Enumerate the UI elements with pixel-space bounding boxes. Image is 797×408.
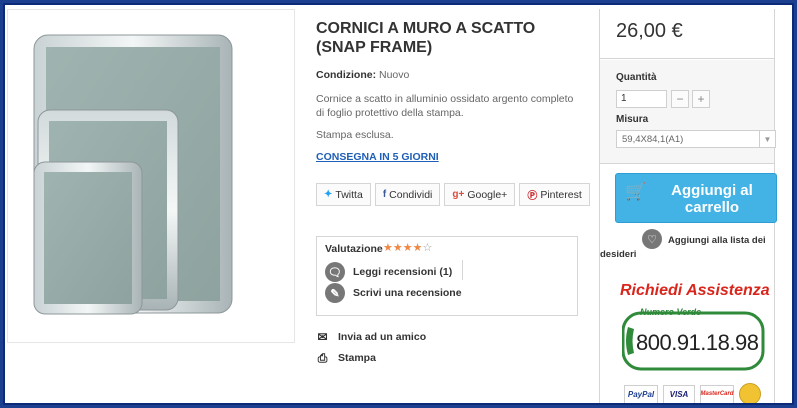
read-reviews-link[interactable]: 🗨 Leggi recensioni (1)	[325, 262, 452, 282]
visa-logo: VISA	[663, 384, 695, 403]
social-share-bar: ✦ Twitta f Condividi g+ Google+ Ⓟ Pinter…	[316, 183, 590, 206]
star-filled-icon: ★	[392, 242, 403, 254]
star-filled-icon: ★	[412, 242, 423, 254]
product-condition: Condizione: Nuovo	[316, 69, 409, 81]
mastercard-logo: MasterCard	[700, 384, 734, 403]
page-frame: CORNICI A MURO A SCATTO (SNAP FRAME) Con…	[3, 3, 794, 405]
pinterest-label: Pinterest	[540, 188, 582, 201]
secure-badge-icon	[739, 383, 761, 403]
add-to-cart-label: Aggiungi al carrello	[671, 182, 753, 216]
google-label: Google+	[467, 188, 508, 201]
send-friend-label: Invia ad un amico	[338, 331, 427, 343]
print-link[interactable]: ⎙ Stampa	[316, 350, 376, 365]
toll-free-label: Numero Verde	[640, 307, 702, 317]
payment-methods: PayPal VISA MasterCard	[624, 383, 761, 403]
write-review-label: Scrivi una recensione	[353, 287, 462, 299]
envelope-icon: ✉	[317, 330, 328, 344]
rating-stars: ★★★★☆	[383, 241, 432, 254]
send-to-friend-link[interactable]: ✉ Invia ad un amico	[316, 330, 427, 344]
facebook-icon: f	[382, 189, 387, 200]
product-title: CORNICI A MURO A SCATTO (SNAP FRAME)	[316, 20, 536, 56]
read-reviews-label: Leggi recensioni (1)	[353, 266, 453, 278]
size-label: Misura	[616, 114, 649, 125]
pinterest-share-button[interactable]: Ⓟ Pinterest	[519, 183, 590, 206]
rating-label: Valutazione	[325, 243, 383, 255]
twitter-icon: ✦	[324, 189, 333, 200]
pencil-icon: ✎	[325, 283, 345, 303]
write-review-link[interactable]: ✎ Scrivi una recensione	[325, 283, 462, 303]
review-separator	[462, 260, 463, 280]
toll-free-banner[interactable]: Numero Verde 800.91.18.98	[622, 307, 766, 373]
star-filled-icon: ★	[383, 242, 393, 254]
size-selected-value: 59,4X84,1(A1)	[622, 134, 684, 145]
comment-icon: 🗨	[325, 262, 345, 282]
quantity-input[interactable]: 1	[616, 90, 667, 108]
quantity-decrease-button[interactable]: −	[671, 90, 689, 108]
review-box: Valutazione ★★★★☆ 🗨 Leggi recensioni (1)…	[316, 236, 578, 316]
pinterest-icon: Ⓟ	[527, 191, 538, 202]
options-box: Quantità 1 − + Misura 59,4X84,1(A1) ▼	[600, 60, 776, 164]
condition-label: Condizione:	[316, 69, 377, 81]
facebook-share-button[interactable]: f Condividi	[374, 183, 441, 206]
product-description: Cornice a scatto in alluminio ossidato a…	[316, 93, 574, 119]
google-plus-icon: g+	[452, 189, 465, 200]
add-to-cart-button[interactable]: 🛒 Aggiungi al carrello	[615, 173, 777, 223]
quantity-increase-button[interactable]: +	[692, 90, 710, 108]
buy-box: 26,00 € Quantità 1 − + Misura 59,4X84,1(…	[599, 9, 777, 403]
chevron-down-icon: ▼	[759, 131, 775, 147]
snap-frames-illustration	[33, 34, 233, 315]
printer-icon: ⎙	[317, 350, 328, 365]
cart-icon: 🛒	[625, 182, 647, 201]
price-box: 26,00 €	[600, 9, 774, 59]
product-note: Stampa esclusa.	[316, 129, 394, 141]
toll-free-number: 800.91.18.98	[636, 330, 759, 355]
star-empty-icon: ☆	[422, 242, 433, 254]
print-label: Stampa	[338, 352, 376, 364]
product-image[interactable]	[7, 9, 295, 343]
quantity-label: Quantità	[616, 72, 657, 83]
facebook-label: Condividi	[389, 188, 433, 201]
paypal-logo: PayPal	[624, 384, 658, 403]
assistance-title: Richiedi Assistenza	[620, 282, 770, 299]
product-price: 26,00 €	[616, 20, 683, 42]
condition-value: Nuovo	[379, 69, 410, 81]
twitter-label: Twitta	[335, 188, 363, 201]
google-share-button[interactable]: g+ Google+	[444, 183, 516, 206]
add-to-wishlist-link[interactable]: Aggiungi alla lista dei desideri	[600, 234, 774, 262]
twitter-share-button[interactable]: ✦ Twitta	[316, 183, 371, 206]
star-filled-icon: ★	[402, 242, 413, 254]
size-select[interactable]: 59,4X84,1(A1) ▼	[616, 130, 776, 148]
delivery-link[interactable]: CONSEGNA IN 5 GIORNI	[316, 151, 439, 163]
